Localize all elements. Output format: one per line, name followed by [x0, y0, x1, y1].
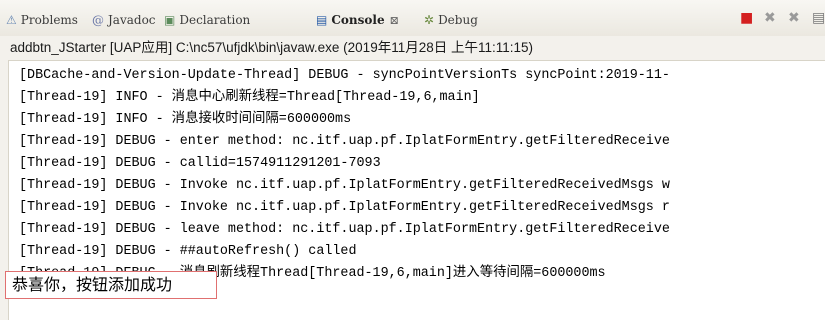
tab-problems[interactable]: ⚠ Problems — [6, 9, 78, 31]
console-line: [Thread-19] DEBUG - callid=1574911291201… — [19, 156, 381, 171]
debug-icon: ✲ — [424, 13, 435, 27]
remove-all-terminated-icon[interactable]: ✖ — [788, 10, 800, 26]
success-message: 恭喜你，按钮添加成功 — [5, 271, 217, 299]
problems-icon: ⚠ — [6, 13, 17, 27]
console-line: [DBCache-and-Version-Update-Thread] DEBU… — [19, 68, 670, 83]
javadoc-icon: @ — [92, 13, 104, 27]
tab-debug[interactable]: ✲ Debug — [424, 9, 478, 31]
tab-declaration[interactable]: ▣ Declaration — [164, 9, 250, 31]
close-icon[interactable]: ⊠ — [390, 14, 399, 27]
tab-console-label: Console — [331, 13, 385, 27]
tab-declaration-label: Declaration — [179, 13, 251, 27]
console-line: [Thread-19] DEBUG - enter method: nc.itf… — [19, 134, 670, 149]
view-tab-bar: ⚠ Problems @ Javadoc ▣ Declaration ▤ Con… — [0, 0, 825, 37]
console-process-label: addbtn_JStarter [UAP应用] C:\nc57\ufjdk\bi… — [0, 36, 825, 60]
console-line: [Thread-19] INFO - 消息中心刷新线程=Thread[Threa… — [19, 90, 480, 105]
tab-javadoc-label: Javadoc — [108, 13, 156, 27]
display-selected-console-icon[interactable]: ▤ — [812, 10, 825, 26]
tab-console[interactable]: ▤ Console ⊠ — [316, 9, 399, 31]
console-line: [Thread-19] INFO - 消息接收时间间隔=600000ms — [19, 112, 352, 127]
declaration-icon: ▣ — [164, 13, 176, 27]
console-line: [Thread-19] DEBUG - leave method: nc.itf… — [19, 222, 670, 237]
console-line: [Thread-19] DEBUG - Invoke nc.itf.uap.pf… — [19, 178, 670, 193]
tab-problems-label: Problems — [20, 13, 78, 27]
remove-launch-icon[interactable]: ✖ — [764, 10, 776, 26]
console-icon: ▤ — [316, 13, 328, 27]
console-line: [Thread-19] DEBUG - Invoke nc.itf.uap.pf… — [19, 200, 670, 215]
terminate-icon[interactable]: ■ — [740, 10, 753, 26]
console-line: [Thread-19] DEBUG - ##autoRefresh() call… — [19, 244, 357, 259]
tab-debug-label: Debug — [438, 13, 478, 27]
tab-javadoc[interactable]: @ Javadoc — [92, 9, 156, 31]
